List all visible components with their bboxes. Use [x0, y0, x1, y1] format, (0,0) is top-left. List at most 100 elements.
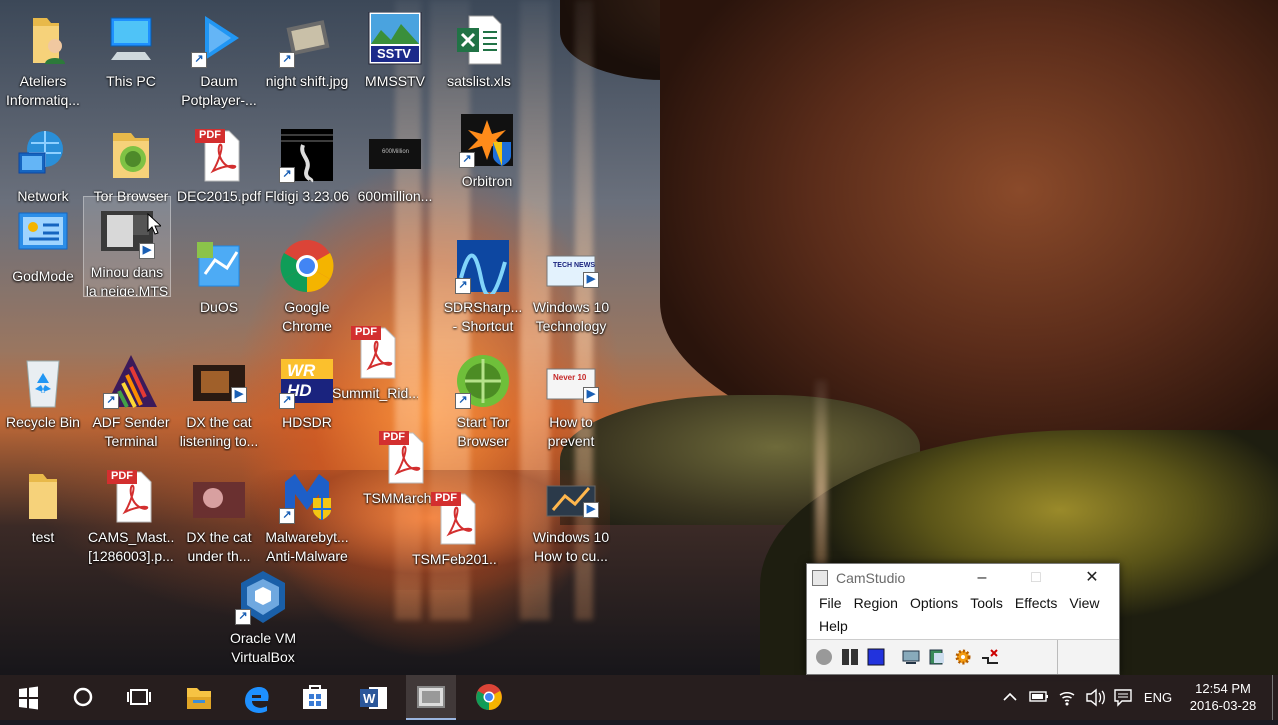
desktop-icon-virtualbox[interactable]: ↗ Oracle VM VirtualBox [220, 563, 306, 673]
desktop-icon-tsmfeb[interactable]: PDF TSMFeb201... [412, 484, 498, 594]
pdf-file-icon: PDF [375, 429, 431, 485]
menu-help[interactable]: Help [813, 614, 854, 637]
window-titlebar[interactable]: CamStudio – □ ✕ [807, 564, 1119, 591]
desktop-icon-dx-listening[interactable]: ▶ DX the cat listening to... [176, 347, 262, 457]
shortcut-arrow-icon: ↗ [279, 52, 295, 68]
desktop-icon-cams-mast[interactable]: PDF CAMS_Mast... [1286003].p... [88, 462, 174, 572]
desktop-icon-night-shift[interactable]: ↗ night shift.jpg [264, 6, 350, 116]
desktop-icon-test[interactable]: test [0, 462, 86, 572]
tor-folder-icon [103, 127, 159, 183]
cortana-button[interactable] [58, 675, 108, 720]
taskbar: W ENG 12:54 PM 2016-03-28 [0, 675, 1278, 720]
desktop-icon-this-pc[interactable]: This PC [88, 6, 174, 116]
chrome-icon [476, 684, 502, 711]
virtualbox-icon: ↗ [235, 569, 291, 625]
maximize-button[interactable]: □ [1013, 564, 1059, 591]
start-button[interactable] [2, 675, 52, 720]
pdf-file-icon: PDF [427, 490, 483, 546]
desktop-icon-mmsstv[interactable]: SSTV MMSSTV [352, 6, 438, 116]
store-button[interactable] [290, 675, 340, 720]
desktop-icon-sdrsharp[interactable]: ↗ SDRSharp... - Shortcut [440, 232, 526, 342]
shortcut-arrow-icon: ↗ [103, 393, 119, 409]
shortcut-arrow-icon: ↗ [191, 52, 207, 68]
desktop-icon-win10-howto[interactable]: ▶ Windows 10 How to cu... [528, 462, 614, 572]
play-overlay-icon: ▶ [583, 272, 599, 288]
chrome-taskbar-button[interactable] [464, 675, 514, 720]
region-icon[interactable] [928, 648, 946, 666]
pause-icon[interactable] [841, 648, 859, 666]
svg-text:W: W [363, 691, 376, 706]
clock-date: 2016-03-28 [1189, 698, 1257, 713]
malwarebytes-icon: ↗ [279, 468, 335, 524]
video-file-icon: 600Million [367, 127, 423, 183]
word-button[interactable]: W [348, 675, 398, 720]
desktop-icon-recycle-bin[interactable]: Recycle Bin [0, 347, 86, 457]
menu-file[interactable]: File [813, 591, 848, 614]
settings-gear-icon[interactable] [954, 648, 972, 666]
menu-effects[interactable]: Effects [1009, 591, 1064, 614]
stop-icon[interactable] [867, 648, 885, 666]
record-icon[interactable] [815, 648, 833, 666]
pdf-file-icon: PDF [347, 324, 403, 380]
desktop-icon-minou[interactable]: ▶ Minou dans la neige.MTS [83, 196, 171, 297]
task-view-icon [127, 689, 151, 705]
desktop-icon-dx-under[interactable]: DX the cat under th... [176, 462, 262, 572]
pdf-file-icon: PDF [103, 468, 159, 524]
desktop-icon-satslist[interactable]: satslist.xls [436, 6, 522, 116]
clock[interactable]: 12:54 PM 2016-03-28 [1186, 675, 1260, 720]
excel-file-icon [451, 12, 507, 68]
desktop-icon-orbitron[interactable]: ↗ Orbitron [444, 106, 530, 216]
camstudio-icon [417, 686, 445, 708]
edge-button[interactable] [232, 675, 282, 720]
desktop-icon-fldigi[interactable]: ↗ Fldigi 3.23.06 [264, 121, 350, 231]
options-icon[interactable] [981, 648, 999, 666]
camstudio-window[interactable]: CamStudio – □ ✕ File Region Options Tool… [806, 563, 1120, 675]
wifi-button[interactable] [1054, 675, 1080, 720]
video-file-icon [191, 468, 247, 524]
desktop-icon-hdsdr[interactable]: WR HD ↗ HDSDR [264, 347, 350, 457]
close-button[interactable]: ✕ [1069, 564, 1115, 591]
desktop-icon-potplayer[interactable]: ↗ Daum Potplayer-... [176, 6, 262, 116]
desktop-icon-godmode[interactable]: GodMode [0, 201, 86, 311]
store-icon [303, 685, 327, 709]
hdsdr-icon: WR HD ↗ [279, 353, 335, 409]
fldigi-icon: ↗ [279, 127, 335, 183]
camstudio-toolbar [807, 639, 1119, 674]
desktop-icon-adf-sender[interactable]: ↗ ADF Sender Terminal [88, 347, 174, 457]
monitor-icon[interactable] [902, 648, 920, 666]
menu-options[interactable]: Options [904, 591, 964, 614]
computer-icon [103, 12, 159, 68]
desktop-icon-win10-technology[interactable]: TECH NEWS ▶ Windows 10 Technology ... [528, 232, 614, 342]
file-explorer-button[interactable] [174, 675, 224, 720]
volume-button[interactable] [1082, 675, 1108, 720]
notifications-button[interactable] [1110, 675, 1136, 720]
desktop-icon-malwarebytes[interactable]: ↗ Malwarebyt... Anti-Malware [264, 462, 350, 572]
task-view-button[interactable] [114, 675, 164, 720]
desktop-icon-ateliers[interactable]: Ateliers Informatiq... [0, 6, 86, 116]
camstudio-taskbar-button[interactable] [406, 675, 456, 720]
show-desktop-button[interactable] [1272, 675, 1278, 720]
file-explorer-icon [187, 688, 211, 709]
battery-button[interactable] [1026, 675, 1052, 720]
menu-tools[interactable]: Tools [964, 591, 1009, 614]
input-language[interactable]: ENG [1138, 675, 1178, 720]
desktop-icon-prevent-win[interactable]: Never 10 ▶ How to prevent Win... [528, 347, 614, 457]
menu-region[interactable]: Region [848, 591, 904, 614]
cortana-icon [73, 687, 93, 707]
video-file-icon: ▶ [543, 468, 599, 524]
menu-view[interactable]: View [1063, 591, 1105, 614]
shortcut-arrow-icon: ↗ [235, 609, 251, 625]
user-folder-icon [15, 12, 71, 68]
camstudio-app-icon [812, 569, 828, 586]
desktop-icon-600million[interactable]: 600Million 600million... [352, 121, 438, 231]
desktop-icon-start-tor[interactable]: ↗ Start Tor Browser [440, 347, 526, 457]
shortcut-arrow-icon: ↗ [455, 278, 471, 294]
clock-time: 12:54 PM [1195, 681, 1251, 696]
menu-bar: File Region Options Tools Effects View H… [807, 591, 1119, 637]
shortcut-arrow-icon: ↗ [455, 393, 471, 409]
desktop-icon-dec2015[interactable]: PDF DEC2015.pdf [176, 121, 262, 231]
desktop-icon-duos[interactable]: DuOS [176, 232, 262, 342]
play-icon: ↗ [191, 12, 247, 68]
show-hidden-icons-button[interactable] [996, 675, 1024, 720]
minimize-button[interactable]: – [959, 564, 1005, 591]
